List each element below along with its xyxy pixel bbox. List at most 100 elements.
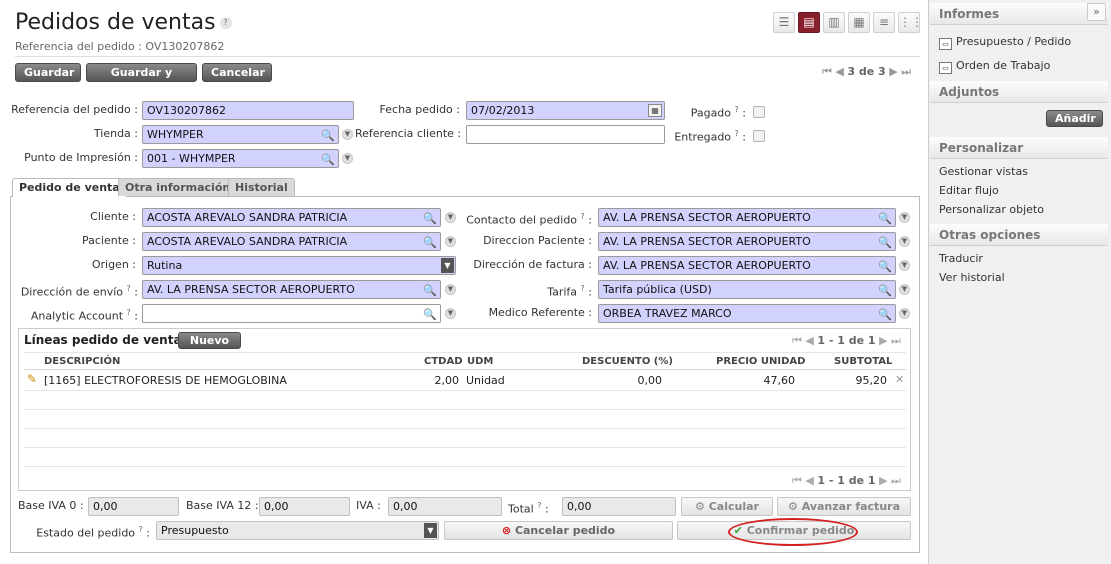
save-edit-button[interactable]: Guardar y Editar [86, 63, 197, 96]
cancel-button[interactable]: Cancelar [202, 63, 272, 82]
first-page-icon[interactable]: ⏮ [792, 474, 802, 487]
order-ref-label: Referencia del pedido : [11, 103, 138, 116]
advance-invoice-button[interactable]: ⚙ Avanzar factura [777, 497, 911, 516]
calendar-icon[interactable]: ▦ [648, 104, 662, 117]
order-contact-input[interactable]: AV. LA PRENSA SECTOR AEROPUERTO 🔍 [598, 208, 896, 227]
sidebar-edit-workflow[interactable]: Editar flujo [939, 184, 999, 197]
referring-doctor-dropdown-icon[interactable]: ▼ [899, 308, 910, 319]
line-unit-price: 47,60 [763, 374, 796, 387]
col-unit-price[interactable]: PRECIO UNIDAD [716, 356, 805, 367]
save-button[interactable]: Guardar [15, 63, 81, 82]
search-icon[interactable]: 🔍 [321, 127, 335, 143]
next-page-icon[interactable]: ▶ [879, 474, 887, 487]
delivered-checkbox[interactable] [753, 130, 765, 142]
last-page-icon[interactable]: ⏭ [891, 334, 901, 347]
collapse-sidebar-icon[interactable]: » [1087, 3, 1106, 21]
patient-address-dropdown-icon[interactable]: ▼ [899, 236, 910, 247]
order-ref-input[interactable]: OV130207862 [142, 101, 354, 120]
shipping-address-input[interactable]: AV. LA PRENSA SECTOR AEROPUERTO 🔍 [142, 280, 441, 299]
pricelist-dropdown-icon[interactable]: ▼ [899, 284, 910, 295]
next-page-icon[interactable]: ▶ [879, 334, 887, 347]
last-page-icon[interactable]: ⏭ [891, 474, 901, 487]
referring-doctor-input[interactable]: ORBEA TRAVEZ MARCO 🔍 [598, 304, 896, 323]
gantt-view-icon[interactable]: ≡ [873, 12, 895, 33]
paid-help-icon[interactable]: ? [735, 105, 739, 114]
form-view-icon[interactable]: ▤ [798, 12, 820, 33]
tab-sale-order[interactable]: Pedido de venta [12, 178, 127, 197]
client-ref-input[interactable] [466, 125, 665, 144]
pricelist-input[interactable]: Tarifa pública (USD) 🔍 [598, 280, 896, 299]
analytic-account-input[interactable]: 🔍 [142, 304, 441, 323]
analytic-account-help-icon[interactable]: ? [127, 308, 131, 317]
search-icon[interactable]: 🔍 [423, 282, 437, 298]
search-icon[interactable]: 🔍 [878, 282, 892, 298]
col-subtotal[interactable]: SUBTOTAL [834, 356, 892, 367]
search-icon[interactable]: 🔍 [878, 258, 892, 274]
patient-input[interactable]: ACOSTA AREVALO SANDRA PATRICIA 🔍 [142, 232, 441, 251]
next-record-icon[interactable]: ▶ [889, 65, 897, 78]
tab-other-info[interactable]: Otra información [118, 178, 238, 196]
lines-pager-bottom: ⏮ ◀ 1 - 1 de 1 ▶ ⏭ [792, 474, 901, 488]
cancel-order-button[interactable]: ⊗ Cancelar pedido [444, 521, 673, 540]
pricelist-help-icon[interactable]: ? [581, 284, 585, 293]
order-state-help-icon[interactable]: ? [139, 525, 143, 534]
sidebar-report-quote[interactable]: ▭ Presupuesto / Pedido [939, 35, 1071, 50]
sidebar-report-workorder[interactable]: ▭ Orden de Trabajo [939, 59, 1050, 74]
prev-record-icon[interactable]: ◀ [835, 65, 843, 78]
new-line-button[interactable]: Nuevo [178, 332, 241, 349]
order-date-input[interactable]: 07/02/2013 ▦ [466, 101, 665, 120]
search-icon[interactable]: 🔍 [423, 210, 437, 226]
delete-line-icon[interactable]: ✕ [895, 373, 904, 386]
client-dropdown-icon[interactable]: ▼ [445, 212, 456, 223]
line-description[interactable]: [1165] ELECTROFORESIS DE HEMOGLOBINA [44, 374, 287, 387]
first-record-icon[interactable]: ⏮ [822, 65, 832, 78]
search-icon[interactable]: 🔍 [878, 234, 892, 250]
shipping-address-dropdown-icon[interactable]: ▼ [445, 284, 456, 295]
search-icon[interactable]: 🔍 [321, 151, 335, 167]
total-help-icon[interactable]: ? [537, 501, 541, 510]
order-contact-dropdown-icon[interactable]: ▼ [899, 212, 910, 223]
shipping-address-help-icon[interactable]: ? [127, 284, 131, 293]
paid-checkbox[interactable] [753, 106, 765, 118]
col-uom[interactable]: UDM [467, 356, 493, 367]
list-view-icon[interactable]: ☰ [773, 12, 795, 33]
sidebar-customize-object[interactable]: Personalizar objeto [939, 203, 1044, 216]
total-label-text: Total [508, 502, 534, 516]
help-icon[interactable]: ? [219, 17, 232, 29]
add-attachment-button[interactable]: Añadir [1046, 110, 1103, 127]
last-record-icon[interactable]: ⏭ [901, 65, 911, 78]
prev-page-icon[interactable]: ◀ [805, 474, 813, 487]
sidebar-view-history[interactable]: Ver historial [939, 271, 1005, 284]
shop-input[interactable]: WHYMPER 🔍 [142, 125, 339, 144]
chevron-down-icon[interactable]: ▼ [441, 258, 454, 273]
patient-dropdown-icon[interactable]: ▼ [445, 236, 456, 247]
edit-pencil-icon[interactable]: ✎ [27, 372, 37, 386]
col-description[interactable]: DESCRIPCIÓN [44, 356, 120, 367]
client-input[interactable]: ACOSTA AREVALO SANDRA PATRICIA 🔍 [142, 208, 441, 227]
invoice-address-input[interactable]: AV. LA PRENSA SECTOR AEROPUERTO 🔍 [598, 256, 896, 275]
search-icon[interactable]: 🔍 [878, 306, 892, 322]
shop-dropdown-icon[interactable]: ▼ [342, 129, 353, 140]
kanban-view-icon[interactable]: ⋮⋮ [898, 12, 923, 33]
print-point-input[interactable]: 001 - WHYMPER 🔍 [142, 149, 339, 168]
calendar-view-icon[interactable]: ▦ [848, 12, 870, 33]
graph-view-icon[interactable]: ▥ [823, 12, 845, 33]
sidebar-translate[interactable]: Traducir [939, 252, 983, 265]
search-icon[interactable]: 🔍 [878, 210, 892, 226]
delivered-help-icon[interactable]: ? [735, 129, 739, 138]
patient-address-input[interactable]: AV. LA PRENSA SECTOR AEROPUERTO 🔍 [598, 232, 896, 251]
first-page-icon[interactable]: ⏮ [792, 334, 802, 347]
search-icon[interactable]: 🔍 [423, 306, 437, 322]
calculate-button[interactable]: ⚙ Calcular [681, 497, 773, 516]
sidebar-manage-views[interactable]: Gestionar vistas [939, 165, 1028, 178]
print-point-dropdown-icon[interactable]: ▼ [342, 153, 353, 164]
col-discount[interactable]: DESCUENTO (%) [582, 356, 673, 367]
analytic-account-dropdown-icon[interactable]: ▼ [445, 308, 456, 319]
prev-page-icon[interactable]: ◀ [805, 334, 813, 347]
origin-select[interactable]: Rutina ▼ [142, 256, 456, 275]
invoice-address-dropdown-icon[interactable]: ▼ [899, 260, 910, 271]
tab-history[interactable]: Historial [228, 178, 295, 196]
col-quantity[interactable]: CTDAD [424, 356, 463, 367]
search-icon[interactable]: 🔍 [423, 234, 437, 250]
order-contact-help-icon[interactable]: ? [581, 212, 585, 221]
